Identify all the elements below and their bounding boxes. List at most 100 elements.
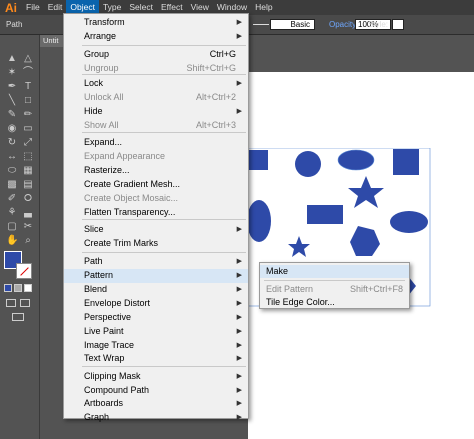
magic-wand-icon[interactable]: ✶	[6, 67, 18, 79]
opacity-label[interactable]: Opacity:	[329, 20, 358, 29]
object-menu-item-artboards[interactable]: Artboards ▶	[64, 397, 248, 411]
object-menu-item-transform[interactable]: Transform ▶	[64, 16, 248, 30]
stroke-swatch[interactable]	[16, 263, 32, 279]
none-stroke-icon	[20, 267, 29, 276]
object-menu-item-rasterize[interactable]: Rasterize...	[64, 164, 248, 178]
object-menu-item-graph[interactable]: Graph ▶	[64, 411, 248, 425]
brush-definition-field[interactable]: Basic	[270, 19, 315, 30]
free-transform-icon[interactable]: ⬚	[22, 151, 34, 163]
object-menu-item-slice[interactable]: Slice ▶	[64, 223, 248, 237]
shape-ellipse-vertical	[247, 200, 271, 242]
paintbrush-icon[interactable]: ✎	[6, 109, 18, 121]
mesh-tool-icon[interactable]: ▩	[6, 179, 18, 191]
menu-help[interactable]: Help	[251, 0, 276, 15]
menu-item-label: Unlock All	[84, 92, 124, 102]
menu-item-label: Envelope Distort	[84, 298, 151, 308]
selection-tool-icon[interactable]: ▲	[6, 53, 18, 65]
object-menu-item-path[interactable]: Path ▶	[64, 255, 248, 269]
shape-star	[348, 176, 384, 208]
object-menu-item-create-trim-marks[interactable]: Create Trim Marks	[64, 237, 248, 251]
menu-item-label: Image Trace	[84, 340, 135, 350]
menu-item-label: Artboards	[84, 398, 124, 408]
width-tool-icon[interactable]: ↔	[6, 151, 18, 163]
object-menu-item-group[interactable]: Group Ctrl+G	[64, 48, 248, 62]
perspective-grid-icon[interactable]: ▦	[22, 165, 34, 177]
menu-file[interactable]: File	[22, 0, 44, 15]
rectangle-tool-icon[interactable]: □	[22, 95, 34, 107]
object-menu-item-hide[interactable]: Hide ▶	[64, 105, 248, 119]
object-menu-item-compound-path[interactable]: Compound Path ▶	[64, 384, 248, 398]
app-logo: Ai	[5, 0, 17, 15]
gradient-tool-icon[interactable]: ▤	[22, 179, 34, 191]
line-tool-icon[interactable]: ╲	[6, 95, 18, 107]
eraser-icon[interactable]: ▭	[22, 123, 34, 135]
eyedropper-icon[interactable]: ✐	[6, 193, 18, 205]
pattern-submenu: Make Edit Pattern Shift+Ctrl+F8 Tile Edge…	[259, 262, 410, 309]
pattern-make-label: Make	[266, 266, 289, 276]
menu-item-shortcut: Alt+Ctrl+3	[195, 120, 236, 130]
lasso-icon[interactable]: ⌒	[22, 67, 34, 79]
pattern-make[interactable]: Make	[260, 265, 409, 278]
zoom-tool-icon[interactable]: ⌕	[22, 235, 34, 247]
graph-tool-icon[interactable]: ▃	[22, 207, 34, 219]
object-menu-item-pattern[interactable]: Pattern ▶	[64, 269, 248, 283]
object-menu-item-clipping-mask[interactable]: Clipping Mask ▶	[64, 370, 248, 384]
menu-item-label: Arrange	[84, 31, 117, 41]
draw-mode-icon[interactable]	[6, 299, 16, 307]
shape-builder-icon[interactable]: ⬭	[6, 165, 18, 177]
submenu-arrow-icon: ▶	[236, 328, 242, 335]
object-menu-item-lock[interactable]: Lock ▶	[64, 77, 248, 91]
menu-item-shortcut: Ctrl+G	[209, 49, 236, 59]
menu-item-label: Show All	[84, 120, 119, 130]
submenu-arrow-icon: ▶	[236, 108, 242, 115]
pattern-tile-edge-color[interactable]: Tile Edge Color...	[260, 296, 409, 309]
menu-item-label: Live Paint	[84, 326, 124, 336]
menu-item-label: Pattern	[84, 270, 114, 280]
menu-separator	[82, 45, 246, 46]
direct-selection-icon[interactable]: △	[22, 53, 34, 65]
object-menu-item-create-gradient-mesh[interactable]: Create Gradient Mesh...	[64, 178, 248, 192]
hand-tool-icon[interactable]: ✋	[6, 235, 18, 247]
submenu-arrow-icon: ▶	[236, 400, 242, 407]
stroke-preview	[253, 24, 269, 25]
rotate-tool-icon[interactable]: ↻	[6, 137, 18, 149]
object-menu-item-ungroup[interactable]: Ungroup Shift+Ctrl+G	[64, 62, 248, 76]
menu-item-label: Ungroup	[84, 63, 119, 73]
menu-item-label: Rasterize...	[84, 165, 130, 175]
object-menu-item-expand-appearance[interactable]: Expand Appearance	[64, 150, 248, 164]
screen-mode-icon[interactable]	[12, 313, 24, 321]
draw-behind-icon[interactable]	[20, 299, 30, 307]
artboard-tool-icon[interactable]: ▢	[6, 221, 18, 233]
object-menu-item-unlock-all[interactable]: Unlock All Alt+Ctrl+2	[64, 91, 248, 105]
object-menu-item-blend[interactable]: Blend ▶	[64, 283, 248, 297]
object-menu-dropdown: Transform ▶ Arrange ▶ Group Ctrl+G Ungroup Shif…	[63, 13, 249, 422]
pattern-edit[interactable]: Edit Pattern Shift+Ctrl+F8	[260, 283, 409, 296]
object-menu-item-image-trace[interactable]: Image Trace ▶	[64, 339, 248, 353]
object-menu-item-perspective[interactable]: Perspective ▶	[64, 311, 248, 325]
pattern-tile-edge-label: Tile Edge Color...	[266, 297, 335, 307]
none-mode-icon[interactable]	[24, 284, 32, 292]
object-menu-item-create-object-mosaic[interactable]: Create Object Mosaic...	[64, 192, 248, 206]
object-menu-item-live-paint[interactable]: Live Paint ▶	[64, 325, 248, 339]
symbol-sprayer-icon[interactable]: ⚘	[6, 207, 18, 219]
object-menu-item-arrange[interactable]: Arrange ▶	[64, 30, 248, 44]
menu-item-label: Expand...	[84, 137, 123, 147]
blend-tool-icon[interactable]: ⭘	[22, 193, 34, 205]
object-menu-item-expand[interactable]: Expand...	[64, 136, 248, 150]
object-menu-item-envelope-distort[interactable]: Envelope Distort ▶	[64, 297, 248, 311]
menu-item-label: Group	[84, 49, 110, 59]
pen-tool-icon[interactable]: ✒	[6, 81, 18, 93]
object-menu-item-show-all[interactable]: Show All Alt+Ctrl+3	[64, 119, 248, 133]
type-tool-icon[interactable]: T	[22, 81, 34, 93]
slice-tool-icon[interactable]: ✂	[22, 221, 34, 233]
scale-tool-icon[interactable]: ⤢	[22, 137, 34, 149]
pattern-edit-shortcut: Shift+Ctrl+F8	[349, 284, 403, 294]
object-menu-item-flatten-transparency[interactable]: Flatten Transparency...	[64, 206, 248, 220]
gradient-mode-icon[interactable]	[14, 284, 22, 292]
pencil-icon[interactable]: ✏	[22, 109, 34, 121]
object-menu-item-text-wrap[interactable]: Text Wrap ▶	[64, 352, 248, 366]
blob-brush-icon[interactable]: ◉	[6, 123, 18, 135]
style-swatch[interactable]	[392, 19, 404, 30]
color-mode-icon[interactable]	[4, 284, 12, 292]
document-tab[interactable]: Untit	[40, 35, 65, 47]
